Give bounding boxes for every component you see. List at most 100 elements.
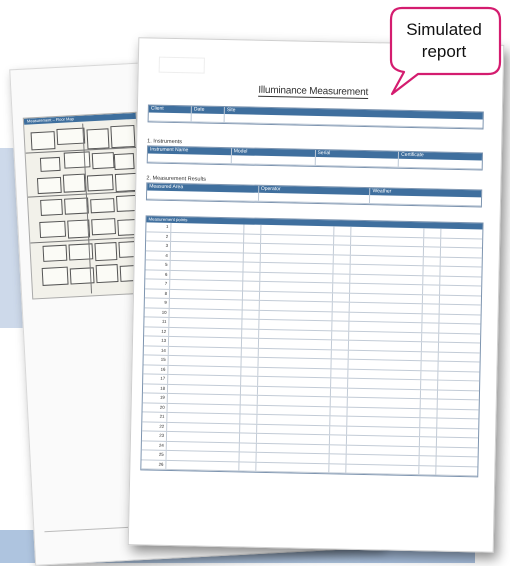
table-cell (169, 317, 243, 328)
table-cell (241, 366, 259, 376)
table-cell (423, 266, 441, 276)
table-cell (422, 313, 440, 323)
table-cell (260, 262, 334, 273)
table-cell (241, 347, 259, 357)
table-cell (241, 338, 260, 348)
table-cell (350, 264, 424, 275)
table-cell (169, 308, 243, 319)
table-cell (242, 309, 260, 319)
row-number-cell: 9 (144, 298, 170, 308)
table-cell (422, 294, 441, 304)
table-cell (257, 386, 332, 397)
table-cell (437, 419, 499, 429)
table-cell (259, 319, 333, 330)
instrument-value (399, 159, 482, 169)
table-cell (439, 333, 501, 343)
table-cell (331, 359, 349, 369)
table-cell (256, 443, 330, 454)
table-cell (419, 465, 437, 475)
table-cell (348, 340, 423, 351)
row-number-cell: 22 (142, 421, 168, 431)
table-cell (349, 331, 423, 342)
table-cell (439, 324, 501, 334)
table-cell (168, 346, 242, 357)
table-cell (168, 374, 242, 385)
table-cell (423, 285, 441, 295)
table-cell (423, 275, 441, 285)
info-section: Client Date Site (147, 104, 484, 130)
table-cell (169, 289, 244, 300)
table-cell (438, 371, 500, 381)
table-cell (240, 395, 258, 405)
table-cell (240, 423, 258, 433)
floor-plan-image: Measurement – Floor Map (22, 111, 147, 300)
table-cell (244, 233, 262, 243)
callout-line-2: report (421, 42, 467, 61)
table-cell (332, 321, 350, 331)
floor-plan-title: Measurement – Floor Map (23, 112, 136, 125)
table-cell (167, 393, 241, 404)
table-cell (351, 236, 425, 247)
instrument-value (147, 153, 232, 164)
table-cell (243, 271, 261, 281)
table-cell (350, 255, 424, 266)
table-cell (170, 241, 245, 252)
table-cell (349, 321, 423, 332)
table-cell (438, 362, 500, 372)
table-cell (239, 452, 257, 462)
table-cell (439, 352, 501, 362)
table-cell (333, 273, 351, 283)
table-cell (422, 332, 440, 342)
row-number-cell: 11 (144, 317, 170, 327)
table-cell (349, 302, 423, 313)
table-cell (346, 454, 420, 465)
table-cell (422, 304, 440, 314)
info-value (191, 113, 225, 123)
table-cell (423, 247, 442, 257)
row-number-cell: 23 (141, 431, 168, 441)
table-cell (170, 260, 244, 271)
table-cell (421, 351, 439, 361)
table-cell (333, 283, 351, 293)
instruments-section: 1. Instruments Instrument Name Model Ser… (146, 138, 484, 171)
row-number-cell: 4 (145, 250, 171, 260)
table-cell (440, 305, 502, 315)
table-cell (419, 437, 438, 447)
table-cell (170, 251, 244, 262)
table-cell (436, 457, 498, 467)
row-number-cell: 6 (145, 269, 171, 279)
table-cell (347, 388, 422, 399)
instrument-value (315, 156, 400, 167)
table-cell (420, 389, 439, 399)
results-value (146, 190, 259, 201)
table-cell (333, 264, 351, 274)
report-page: Illuminance Measurement Client Date Site… (127, 37, 505, 553)
table-cell (243, 262, 261, 272)
table-cell (166, 441, 240, 452)
table-cell (171, 232, 245, 243)
table-cell (419, 456, 437, 466)
table-cell (241, 376, 259, 386)
table-cell (347, 397, 421, 408)
table-cell (331, 349, 349, 359)
info-table: Client Date Site (147, 104, 484, 130)
table-cell (330, 387, 349, 397)
row-number-cell: 7 (145, 279, 171, 289)
table-cell (351, 226, 425, 237)
table-cell (346, 464, 420, 475)
row-number-cell: 25 (141, 450, 167, 460)
row-number-cell: 2 (146, 231, 172, 241)
table-cell (243, 281, 261, 291)
row-number-cell: 21 (142, 412, 168, 422)
table-cell (239, 433, 258, 443)
table-cell (330, 416, 348, 426)
table-cell (331, 378, 349, 388)
results-value (258, 192, 371, 204)
row-number-cell: 1 (146, 222, 172, 232)
table-cell (333, 254, 351, 264)
callout-line-1: Simulated (406, 20, 482, 39)
row-number-cell: 3 (145, 241, 172, 251)
table-cell (170, 270, 244, 281)
table-cell (242, 300, 260, 310)
row-number-cell: 12 (144, 326, 170, 336)
